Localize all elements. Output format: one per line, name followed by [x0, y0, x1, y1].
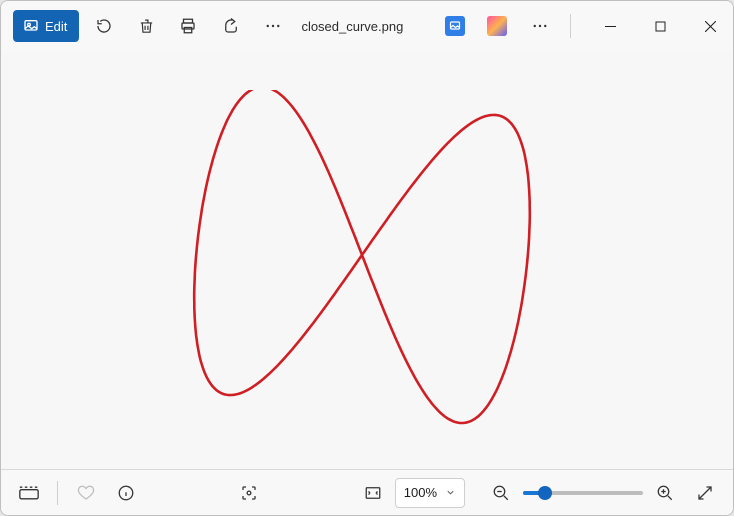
zoom-level-label: 100%	[404, 485, 437, 500]
detect-icon	[240, 484, 258, 502]
zoom-out-icon	[492, 484, 510, 502]
close-button[interactable]	[689, 1, 733, 51]
edit-button[interactable]: Edit	[13, 10, 79, 42]
edit-with-photos-button[interactable]	[437, 7, 473, 45]
zoom-in-icon	[656, 484, 674, 502]
minimize-icon	[605, 21, 616, 32]
print-button[interactable]	[170, 7, 206, 45]
bottom-toolbar: 100%	[1, 469, 733, 515]
favorite-button[interactable]	[68, 475, 104, 511]
image-canvas[interactable]	[1, 51, 733, 469]
fit-icon	[364, 484, 382, 502]
more-icon	[264, 17, 282, 35]
info-button[interactable]	[108, 475, 144, 511]
filmstrip-icon	[19, 485, 39, 501]
edit-icon	[23, 18, 39, 34]
delete-button[interactable]	[128, 7, 164, 45]
fullscreen-button[interactable]	[687, 475, 723, 511]
more-button-1[interactable]	[255, 7, 291, 45]
detect-button[interactable]	[231, 475, 267, 511]
zoom-slider[interactable]	[523, 483, 643, 503]
closed-curve-image	[187, 90, 547, 430]
edit-button-label: Edit	[45, 19, 67, 34]
minimize-button[interactable]	[589, 1, 633, 51]
photos-app-icon	[445, 16, 465, 36]
fit-to-window-button[interactable]	[355, 475, 391, 511]
bottom-sep-1	[57, 481, 58, 505]
share-button[interactable]	[213, 7, 249, 45]
delete-icon	[138, 18, 155, 35]
maximize-icon	[655, 21, 666, 32]
close-icon	[705, 21, 716, 32]
zoom-out-button[interactable]	[483, 475, 519, 511]
more-icon	[531, 17, 549, 35]
photos-window: Edit	[0, 0, 734, 516]
rotate-icon	[95, 17, 113, 35]
zoom-in-button[interactable]	[647, 475, 683, 511]
filmstrip-button[interactable]	[11, 475, 47, 511]
more-button-2[interactable]	[521, 7, 557, 45]
rotate-button[interactable]	[85, 7, 121, 45]
filename-label: closed_curve.png	[301, 19, 403, 34]
heart-icon	[77, 484, 95, 502]
designer-icon	[487, 16, 507, 36]
zoom-dropdown[interactable]: 100%	[395, 478, 465, 508]
info-icon	[117, 484, 135, 502]
zoom-slider-thumb[interactable]	[538, 486, 552, 500]
maximize-button[interactable]	[639, 1, 683, 51]
toolbar-separator	[570, 14, 571, 38]
share-icon	[222, 17, 240, 35]
fullscreen-icon	[696, 484, 714, 502]
print-icon	[179, 17, 197, 35]
top-toolbar: Edit	[1, 1, 733, 51]
chevron-down-icon	[445, 487, 456, 498]
edit-with-designer-button[interactable]	[479, 7, 515, 45]
